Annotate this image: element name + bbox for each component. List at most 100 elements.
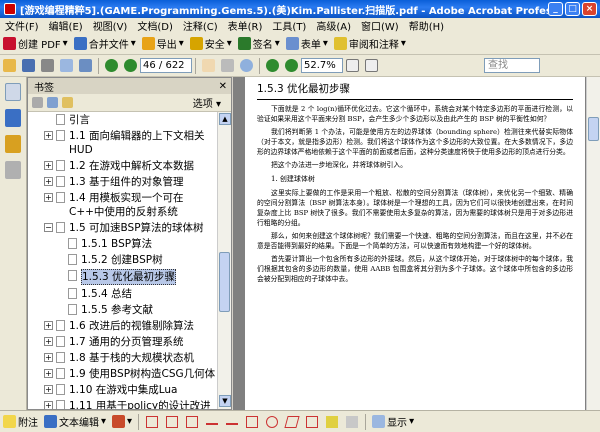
combine-files-button[interactable]: 合并文件 ▾ (71, 35, 139, 53)
menu-help[interactable]: 帮助(H) (404, 18, 449, 33)
bookmark-item[interactable]: 引言 (28, 112, 218, 128)
bookmark-item[interactable]: +1.9 使用BSP树构造CSG几何体 (28, 366, 218, 382)
menu-tools[interactable]: 工具(T) (267, 18, 311, 33)
find-button[interactable] (76, 57, 95, 75)
document-scrollbar[interactable] (586, 77, 600, 410)
zoom-level-input[interactable]: 52.7% (301, 58, 343, 73)
zoom-out-button[interactable] (263, 57, 282, 75)
new-bookmark-icon[interactable] (47, 97, 58, 108)
bookmark-item[interactable]: +1.7 通用的分页管理系统 (28, 334, 218, 350)
expand-icon[interactable]: + (44, 193, 53, 202)
create-pdf-button[interactable]: 创建 PDF ▾ (0, 35, 71, 53)
fit-page-button[interactable] (343, 57, 362, 75)
hand-tool-button[interactable] (199, 57, 218, 75)
oval-icon[interactable] (266, 415, 279, 428)
bookmark-page-icon (56, 192, 65, 203)
scroll-thumb[interactable] (219, 252, 230, 312)
next-page-button[interactable] (121, 57, 140, 75)
collapse-icon[interactable]: − (44, 223, 53, 232)
magnifier-icon (240, 59, 253, 72)
close-button[interactable]: × (582, 2, 597, 16)
rectangle-icon[interactable] (246, 415, 259, 428)
bookmark-item[interactable]: 1.5.4 总结 (28, 286, 218, 302)
line-icon[interactable] (226, 418, 239, 425)
expand-icon[interactable]: + (44, 401, 53, 409)
scroll-thumb[interactable] (588, 117, 599, 141)
delete-bookmark-icon[interactable] (32, 97, 43, 108)
bookmarks-scrollbar[interactable]: ▲ ▼ (217, 112, 231, 409)
print-button[interactable] (38, 57, 57, 75)
zoom-tool-button[interactable] (237, 57, 256, 75)
bookmark-item[interactable]: +1.11 用基于policy的设计改进Freelist (28, 398, 218, 409)
prev-page-button[interactable] (102, 57, 121, 75)
menu-comments[interactable]: 注释(C) (178, 18, 223, 33)
close-panel-icon[interactable]: ✕ (219, 81, 227, 92)
scroll-up-arrow[interactable]: ▲ (219, 113, 231, 125)
secure-button[interactable]: 安全 ▾ (187, 35, 235, 53)
open-button[interactable] (0, 57, 19, 75)
menu-forms[interactable]: 表单(R) (223, 18, 268, 33)
forms-button[interactable]: 表单 ▾ (283, 35, 331, 53)
bookmark-item[interactable]: 1.5.2 创建BSP树 (28, 252, 218, 268)
signatures-icon[interactable] (5, 135, 21, 153)
expand-icon[interactable]: + (44, 369, 53, 378)
select-tool-button[interactable] (218, 57, 237, 75)
eraser-icon[interactable] (346, 415, 359, 428)
bookmark-item[interactable]: +1.10 在游戏中集成Lua (28, 382, 218, 398)
menu-view[interactable]: 视图(V) (88, 18, 133, 33)
pencil-icon[interactable] (326, 415, 339, 428)
zoom-in-button[interactable] (282, 57, 301, 75)
menu-window[interactable]: 窗口(W) (356, 18, 404, 33)
page-number-input[interactable]: 46 / 622 (140, 58, 192, 73)
expand-icon[interactable]: + (44, 321, 53, 330)
review-button[interactable]: 审阅和注释 ▾ (331, 35, 409, 53)
stamp-button[interactable]: ▾ (109, 413, 135, 431)
email-button[interactable] (57, 57, 76, 75)
cloud-icon[interactable] (186, 415, 199, 428)
menu-edit[interactable]: 编辑(E) (44, 18, 88, 33)
expand-icon[interactable]: + (44, 337, 53, 346)
arrow-icon[interactable] (206, 418, 219, 425)
bookmark-item[interactable]: 1.5.5 参考文献 (28, 302, 218, 318)
expand-icon[interactable]: + (44, 385, 53, 394)
bookmark-options-button[interactable]: 选项 ▾ (193, 95, 221, 110)
menu-file[interactable]: 文件(F) (0, 18, 44, 33)
fit-width-button[interactable] (362, 57, 381, 75)
bookmark-item[interactable]: − 1.5 可加速BSP算法的球体树 (28, 220, 218, 236)
scroll-down-arrow[interactable]: ▼ (219, 395, 231, 407)
bookmark-item[interactable]: +1.2 在游戏中解析文本数据 (28, 158, 218, 174)
expand-icon[interactable]: + (44, 131, 53, 140)
bookmark-item[interactable]: +1.3 基于组件的对象管理 (28, 174, 218, 190)
expand-icon[interactable]: + (44, 177, 53, 186)
save-button[interactable] (19, 57, 38, 75)
search-input[interactable]: 查找 (484, 58, 540, 73)
menu-document[interactable]: 文档(D) (132, 18, 178, 33)
pages-icon[interactable] (5, 83, 21, 101)
bookmark-item[interactable]: 1.5.1 BSP算法 (28, 236, 218, 252)
bookmark-label: 1.10 在游戏中集成Lua (69, 384, 178, 396)
maximize-button[interactable]: □ (565, 2, 580, 16)
text-edit-icon (44, 415, 57, 428)
sign-button[interactable]: 签名 ▾ (235, 35, 283, 53)
layers-icon[interactable] (5, 161, 21, 179)
show-button[interactable]: 显示 ▾ (369, 413, 417, 431)
expand-bookmark-icon[interactable] (62, 97, 73, 108)
polygon-icon[interactable] (284, 415, 300, 428)
bookmarks-icon[interactable] (5, 109, 21, 127)
expand-icon[interactable]: + (44, 161, 53, 170)
expand-icon[interactable]: + (44, 353, 53, 362)
export-button[interactable]: 导出 ▾ (139, 35, 187, 53)
bookmark-item[interactable]: 1.5.3 优化最初步骤 (28, 268, 218, 286)
callout-icon[interactable] (146, 415, 159, 428)
attach-note-button[interactable]: 附注 (0, 413, 41, 431)
textbox-icon[interactable] (166, 415, 179, 428)
menu-advanced[interactable]: 高级(A) (311, 18, 356, 33)
polyline-icon[interactable] (306, 415, 319, 428)
bookmark-item[interactable]: +1.4 用模板实现一个可在C++中使用的反射系统 (28, 190, 218, 220)
bookmark-item[interactable]: +1.8 基于栈的大规模状态机 (28, 350, 218, 366)
minimize-button[interactable]: _ (548, 2, 563, 16)
document-view[interactable]: 1.5.3 优化最初步骤 下面就是 2 个 log(n)循环优化过去。它这个循环… (233, 77, 600, 410)
bookmark-item[interactable]: +1.6 改进后的视锥剔除算法 (28, 318, 218, 334)
text-edit-button[interactable]: 文本编辑 ▾ (41, 413, 109, 431)
bookmark-item[interactable]: +1.1 面向编辑器的上下文相关HUD (28, 128, 218, 158)
